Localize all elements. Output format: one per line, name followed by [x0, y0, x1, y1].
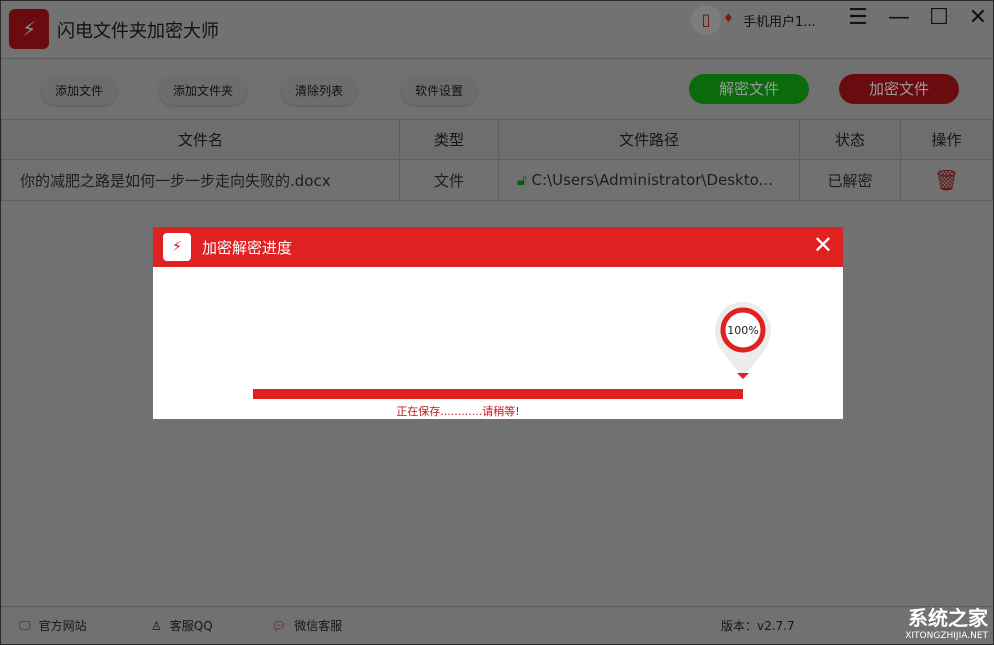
progress-dialog: ⚡ 加密解密进度 ✕ 100% 正在保存............请稍等! [153, 227, 843, 419]
qq-icon: ♙ [151, 618, 162, 633]
clear-list-button[interactable]: 清除列表 [281, 77, 358, 105]
progress-percent: 100% [727, 324, 759, 337]
settings-button[interactable]: 软件设置 [401, 77, 478, 105]
toolbar: 添加文件 添加文件夹 清除列表 软件设置 解密文件 加密文件 [1, 60, 993, 118]
header-path: 文件路径 [498, 119, 800, 160]
file-name: 你的减肥之路是如何一步一步走向失败的.docx [1, 159, 400, 201]
file-status: 已解密 [799, 159, 901, 201]
app-title: 闪电文件夹加密大师 [57, 21, 219, 42]
phone-icon[interactable]: ▯ [691, 5, 721, 35]
wechat-label: 微信客服 [294, 619, 343, 633]
watermark-name: 系统之家 [908, 606, 988, 630]
header-type: 类型 [399, 119, 499, 160]
vip-diamond-icon: ♦ [723, 11, 734, 25]
wechat-icon: 💬︎ [271, 618, 287, 633]
app-logo-icon: ⚡ [9, 9, 49, 49]
version: 版本：v2.7.7 [721, 619, 795, 633]
table-row[interactable]: 你的减肥之路是如何一步一步走向失败的.docx 文件 🔓︎ C:\Users\A… [1, 159, 993, 201]
website-label: 官方网站 [38, 619, 87, 633]
dialog-header: ⚡ 加密解密进度 ✕ [153, 227, 843, 267]
user-name[interactable]: 手机用户1... [743, 11, 816, 30]
file-path: C:\Users\Administrator\Deskto... [531, 171, 773, 189]
wechat-link[interactable]: 💬︎ 微信客服 [271, 617, 342, 634]
encrypt-button[interactable]: 加密文件 [839, 74, 959, 104]
file-table: 文件名 类型 文件路径 状态 操作 你的减肥之路是如何一步一步走向失败的.doc… [1, 119, 993, 201]
qq-link[interactable]: ♙ 客服QQ [151, 617, 213, 634]
close-icon[interactable]: ✕ [964, 5, 992, 30]
progress-bar [253, 389, 743, 399]
dialog-title: 加密解密进度 [202, 239, 293, 257]
add-file-button[interactable]: 添加文件 [41, 77, 118, 105]
header-filename: 文件名 [1, 119, 400, 160]
website-link[interactable]: 🖵︎ 官方网站 [19, 617, 87, 634]
header-status: 状态 [799, 119, 901, 160]
monitor-icon: 🖵︎ [19, 618, 31, 632]
progress-message: 正在保存............请稍等! [396, 405, 520, 418]
dialog-close-icon[interactable]: ✕ [813, 231, 833, 259]
watermark-url: XITONGZHIJIA.NET [905, 631, 988, 641]
decrypt-button[interactable]: 解密文件 [689, 74, 809, 104]
qq-label: 客服QQ [169, 619, 213, 633]
progress-fill [253, 389, 743, 399]
menu-icon[interactable]: ☰ [844, 5, 872, 30]
footer: 🖵︎ 官方网站 ♙ 客服QQ 💬︎ 微信客服 版本：v2.7.7 [1, 606, 993, 644]
dialog-logo-icon: ⚡ [163, 233, 191, 261]
title-bar: ⚡ 闪电文件夹加密大师 ▯ ♦ 手机用户1... ☰ — ☐ ✕ [1, 1, 993, 59]
header-action: 操作 [900, 119, 993, 160]
unlock-icon: 🔓︎ [517, 171, 527, 189]
progress-pin [715, 302, 771, 379]
watermark: 系统之家 XITONGZHIJIA.NET [905, 602, 988, 641]
trash-icon[interactable]: 🗑︎ [934, 168, 959, 192]
add-folder-button[interactable]: 添加文件夹 [159, 77, 248, 105]
minimize-icon[interactable]: — [885, 5, 913, 30]
file-type: 文件 [399, 159, 499, 201]
maximize-icon[interactable]: ☐ [925, 5, 953, 30]
